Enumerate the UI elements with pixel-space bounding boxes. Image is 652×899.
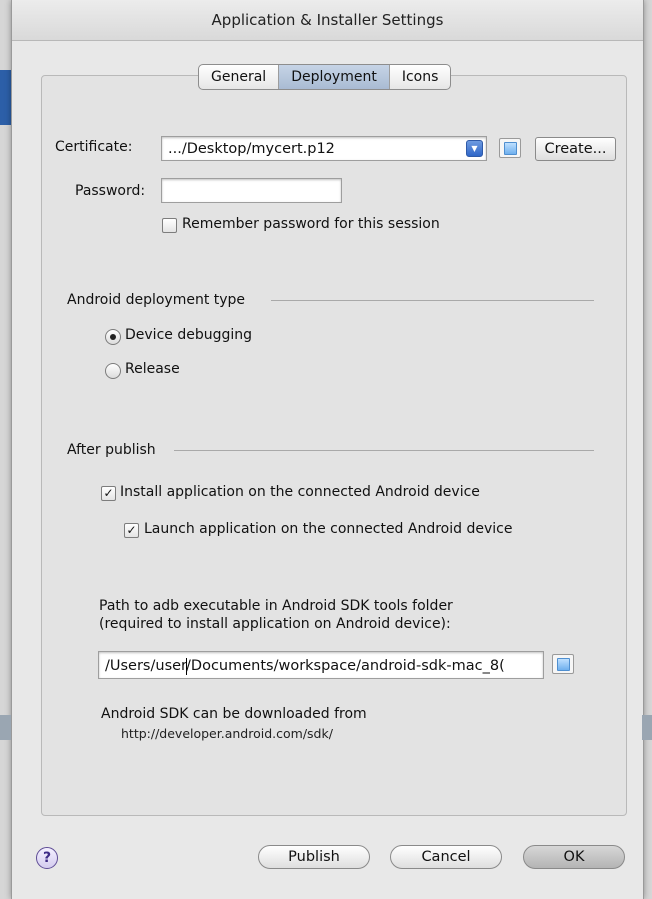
folder-icon[interactable] [552, 654, 574, 674]
adb-path-field[interactable]: /Users/user/Documents/workspace/android-… [98, 651, 544, 679]
help-icon[interactable]: ? [36, 847, 58, 869]
create-certificate-button[interactable]: Create... [535, 137, 616, 161]
remember-password-checkbox[interactable] [162, 218, 177, 233]
install-app-checkbox[interactable]: ✓ [101, 486, 116, 501]
adb-path-label-line2: (required to install application on Andr… [99, 616, 451, 632]
ok-button[interactable]: OK [523, 845, 625, 869]
adb-path-label-line1: Path to adb executable in Android SDK to… [99, 598, 453, 614]
background-window-edge [0, 715, 11, 740]
divider [174, 450, 594, 451]
certificate-value: .../Desktop/mycert.p12 [168, 141, 335, 157]
radio-device-debugging[interactable] [105, 329, 121, 345]
certificate-label: Certificate: [55, 139, 133, 155]
chevron-down-icon[interactable]: ▼ [466, 140, 483, 157]
install-app-label: Install application on the connected And… [120, 484, 480, 500]
certificate-select[interactable]: .../Desktop/mycert.p12 [161, 136, 487, 161]
tab-icons[interactable]: Icons [390, 65, 451, 89]
tab-deployment[interactable]: Deployment [279, 65, 390, 89]
launch-app-checkbox[interactable]: ✓ [124, 523, 139, 538]
device-debugging-label: Device debugging [125, 327, 253, 343]
sdk-download-url[interactable]: http://developer.android.com/sdk/ [121, 726, 333, 741]
folder-icon[interactable] [499, 138, 521, 158]
background-window-edge [0, 70, 11, 125]
remember-password-label: Remember password for this session [182, 216, 440, 232]
window-title: Application & Installer Settings [12, 0, 643, 41]
after-publish-header: After publish [67, 442, 156, 458]
password-field[interactable] [161, 178, 342, 203]
launch-app-label: Launch application on the connected Andr… [144, 521, 513, 537]
divider [271, 300, 594, 301]
sdk-download-note: Android SDK can be downloaded from [101, 706, 367, 722]
background-window-edge [642, 715, 652, 740]
publish-button[interactable]: Publish [258, 845, 370, 869]
deployment-type-header: Android deployment type [67, 292, 246, 308]
tab-bar: General Deployment Icons [198, 64, 452, 90]
radio-release[interactable] [105, 363, 121, 379]
release-label: Release [125, 361, 180, 377]
settings-dialog: Application & Installer Settings General… [11, 0, 644, 899]
cancel-button[interactable]: Cancel [390, 845, 502, 869]
tab-general[interactable]: General [199, 65, 280, 89]
password-label: Password: [75, 183, 146, 199]
